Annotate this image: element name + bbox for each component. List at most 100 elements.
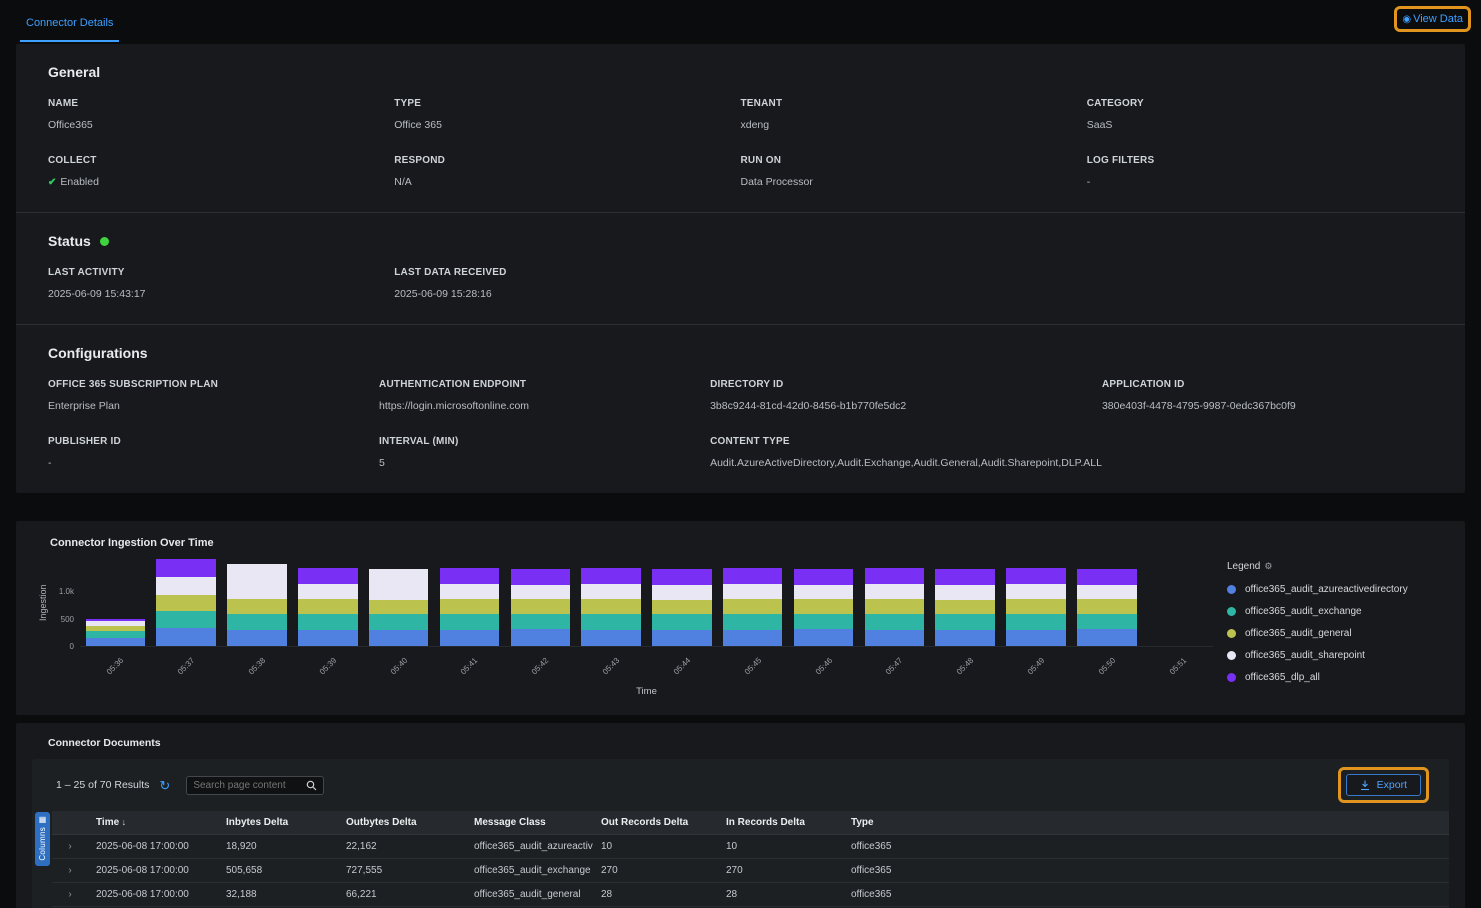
legend-item-office365-audit-exchange[interactable]: office365_audit_exchange xyxy=(1227,606,1445,617)
field-label: LOG FILTERS xyxy=(1087,155,1433,166)
bar-segment-office365-audit-azureactivedirectory xyxy=(369,630,428,646)
table-cell: 727,555 xyxy=(338,859,466,883)
table-cell: 505,658 xyxy=(218,859,338,883)
y-tick-0: 0 xyxy=(70,642,74,651)
stacked-bar-plot xyxy=(80,559,1213,647)
configurations-section-title: Configurations xyxy=(48,345,1433,361)
bar-segment-office365-audit-azureactivedirectory xyxy=(652,630,711,646)
bar-segment-office365-dlp-all xyxy=(1077,569,1136,585)
legend-item-office365-audit-sharepoint[interactable]: office365_audit_sharepoint xyxy=(1227,650,1445,661)
bar-segment-office365-audit-sharepoint xyxy=(794,585,853,599)
tab-connector-details[interactable]: Connector Details xyxy=(20,3,119,42)
x-tick-slot: 05:40 xyxy=(363,650,434,674)
bar-segment-office365-audit-general xyxy=(156,595,215,611)
legend-label: office365_audit_sharepoint xyxy=(1245,650,1365,661)
refresh-icon[interactable]: ↻ xyxy=(159,779,170,792)
view-data-highlight-annotation: ◉ View Data xyxy=(1394,6,1471,32)
legend-dot-icon xyxy=(1227,629,1236,638)
column-header-out-records-delta[interactable]: Out Records Delta xyxy=(593,811,718,835)
columns-picker-button[interactable]: ▦ Columns xyxy=(35,812,50,866)
column-header-inbytes-delta[interactable]: Inbytes Delta xyxy=(218,811,338,835)
column-header-type[interactable]: Type xyxy=(843,811,1449,835)
field-value: N/A xyxy=(394,176,740,188)
bar-segment-office365-audit-sharepoint xyxy=(1077,585,1136,599)
legend-item-office365-dlp-all[interactable]: office365_dlp_all xyxy=(1227,672,1445,683)
table-cell: 32,188 xyxy=(218,883,338,907)
bar-05-39 xyxy=(292,559,363,646)
general-section-title: General xyxy=(48,64,1433,80)
bar-segment-office365-audit-sharepoint xyxy=(581,584,640,599)
table-row[interactable]: ›2025-06-08 17:00:00505,658727,555office… xyxy=(52,859,1449,883)
bar-05-44 xyxy=(647,559,718,646)
bar-segment-office365-dlp-all xyxy=(1006,568,1065,584)
search-input[interactable] xyxy=(193,780,306,791)
y-tick-500: 500 xyxy=(61,615,74,624)
table-body: ›2025-06-08 17:00:0018,92022,162office36… xyxy=(52,835,1449,908)
legend-items: office365_audit_azureactivedirectoryoffi… xyxy=(1227,584,1445,683)
x-tick-label: 05:48 xyxy=(955,656,976,677)
table-cell: office365 xyxy=(843,835,1449,859)
column-header-outbytes-delta[interactable]: Outbytes Delta xyxy=(338,811,466,835)
legend-settings-gear-icon[interactable]: ⚙ xyxy=(1264,561,1272,572)
bar-segment-office365-audit-exchange xyxy=(298,614,357,630)
bar-segment-office365-audit-sharepoint xyxy=(227,564,286,600)
column-header-in-records-delta[interactable]: In Records Delta xyxy=(718,811,843,835)
x-tick-label: 05:41 xyxy=(459,656,480,677)
legend-item-office365-audit-azureactivedirectory[interactable]: office365_audit_azureactivedirectory xyxy=(1227,584,1445,595)
table-cell: office365 xyxy=(843,859,1449,883)
bar-05-41 xyxy=(434,559,505,646)
x-tick-label: 05:44 xyxy=(672,656,693,677)
column-header-label: Outbytes Delta xyxy=(346,817,417,828)
table-row[interactable]: ›2025-06-08 17:00:0018,92022,162office36… xyxy=(52,835,1449,859)
field-value-text: 5 xyxy=(379,457,385,469)
bar-segment-office365-dlp-all xyxy=(652,569,711,585)
bar-segment-office365-audit-azureactivedirectory xyxy=(511,629,570,646)
field-label: NAME xyxy=(48,98,394,109)
chart-title: Connector Ingestion Over Time xyxy=(50,537,1445,549)
field-value: 5 xyxy=(379,457,710,469)
status-section-title: Status xyxy=(48,233,1433,249)
connector-details-panel: General NAMEOffice365TYPEOffice 365TENAN… xyxy=(16,44,1465,493)
bar-segment-office365-audit-azureactivedirectory xyxy=(227,630,286,647)
column-header-time[interactable]: Time ↓ xyxy=(88,811,218,835)
search-box xyxy=(186,776,324,795)
bar-segment-office365-audit-exchange xyxy=(1006,614,1065,630)
x-tick-slot: 05:41 xyxy=(434,650,505,674)
legend-header: Legend ⚙ xyxy=(1227,561,1445,572)
legend-item-office365-audit-general[interactable]: office365_audit_general xyxy=(1227,628,1445,639)
bar-stack xyxy=(156,559,215,646)
field-value: ✔Enabled xyxy=(48,176,394,188)
x-tick-label: 05:45 xyxy=(742,656,763,677)
column-header-message-class[interactable]: Message Class xyxy=(466,811,593,835)
bar-segment-office365-audit-exchange xyxy=(86,631,145,638)
field-label: LAST ACTIVITY xyxy=(48,267,394,278)
bar-segment-office365-audit-exchange xyxy=(865,614,924,630)
view-data-button[interactable]: ◉ View Data xyxy=(1402,13,1463,25)
bar-segment-office365-audit-sharepoint xyxy=(369,569,428,600)
field-directory-id: DIRECTORY ID3b8c9244-81cd-42d0-8456-b1b7… xyxy=(710,379,1102,412)
columns-grid-icon: ▦ xyxy=(39,816,47,824)
row-expand-chevron-icon[interactable]: › xyxy=(52,835,88,859)
bar-stack xyxy=(935,569,994,646)
row-expand-chevron-icon[interactable]: › xyxy=(52,859,88,883)
chart-plot-area: Ingestion 05001.0k 05:3605:3705:3805:390… xyxy=(36,559,1213,697)
column-header-label: Message Class xyxy=(474,817,546,828)
row-expand-chevron-icon[interactable]: › xyxy=(52,883,88,907)
field-value-text: xdeng xyxy=(741,119,770,131)
bar-segment-office365-dlp-all xyxy=(865,568,924,584)
export-button[interactable]: Export xyxy=(1346,774,1421,796)
table-cell: office365 xyxy=(843,883,1449,907)
status-section: Status LAST ACTIVITY2025-06-09 15:43:17L… xyxy=(16,212,1465,324)
field-label: CATEGORY xyxy=(1087,98,1433,109)
search-icon xyxy=(306,780,317,791)
download-icon xyxy=(1360,780,1370,791)
x-tick-label: 05:46 xyxy=(813,656,834,677)
bar-segment-office365-dlp-all xyxy=(440,568,499,584)
table-row[interactable]: ›2025-06-08 17:00:0032,18866,221office36… xyxy=(52,883,1449,907)
table-header-row: Time ↓Inbytes Delta Outbytes Delta Message… xyxy=(52,811,1449,835)
table-wrap: ▦ Columns Time ↓Inbytes Delta Outbytes De… xyxy=(32,811,1449,908)
field-value-text: Office 365 xyxy=(394,119,442,131)
bar-05-40 xyxy=(363,559,434,646)
columns-button-label: Columns xyxy=(38,827,47,861)
column-header-label: Out Records Delta xyxy=(601,817,688,828)
